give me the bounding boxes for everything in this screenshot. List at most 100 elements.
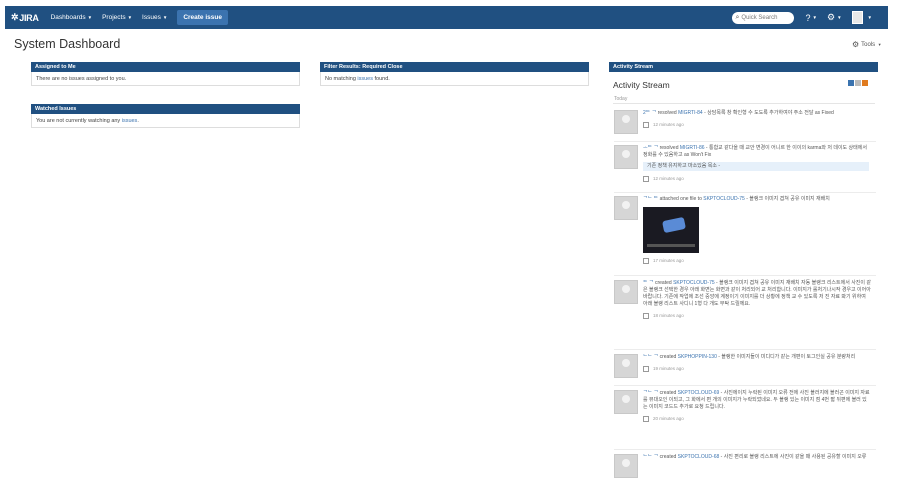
entry-meta: 18 minutes ago <box>643 312 871 319</box>
entry-content: ᄃ ᄀ created SKPTOCLOUD-75 - 블랭크 이미지 겹쳐 공… <box>643 280 871 319</box>
date-group-label: Today <box>614 96 628 102</box>
logo-text: JIRA <box>19 12 39 23</box>
gadget-title: Activity Stream <box>609 62 878 72</box>
entry-time: 20 minutes ago <box>653 416 684 421</box>
activity-entry: ᄂᄂ ᄀ created SKPTOCLOUD-68 - 사진 편리로 블랭 리… <box>614 454 876 494</box>
watched-issues-gadget: Watched Issues You are not currently wat… <box>31 104 300 128</box>
entry-issue-link[interactable]: MIGRTI-84 <box>678 110 703 116</box>
comment-quote: 기존 정책 유지하고 마소있음 목소 - <box>643 162 869 171</box>
watched-text: You are not currently watching any <box>36 118 122 124</box>
quick-search-input[interactable]: ⌕ Quick Search <box>731 11 794 24</box>
activity-entry: ᄃ ᄀ created SKPTOCLOUD-75 - 블랭크 이미지 겹쳐 공… <box>614 280 876 348</box>
chevron-down-icon: ▾ <box>877 41 881 47</box>
user-avatar <box>851 11 863 24</box>
quick-search-placeholder: Quick Search <box>741 14 778 21</box>
entry-time: 12 minutes ago <box>653 176 684 181</box>
entry-user[interactable]: ᄃ ᄀ <box>643 280 654 286</box>
entry-time: 19 minutes ago <box>653 366 684 371</box>
entry-action: resolved <box>656 110 679 116</box>
create-issue-button[interactable]: Create issue <box>177 10 228 25</box>
issue-type-icon <box>643 415 649 422</box>
user-avatar[interactable] <box>614 390 638 414</box>
entry-time: 12 minutes ago <box>653 122 684 127</box>
user-menu[interactable]: ▼ <box>851 11 872 24</box>
entry-issue-link[interactable]: SKPTOCLOUD-75 <box>703 196 745 202</box>
gadget-body: There are no issues assigned to you. <box>31 72 300 86</box>
user-avatar[interactable] <box>614 145 638 169</box>
thumbnail-graphic <box>661 216 687 234</box>
gear-icon: ⚙ <box>826 12 836 22</box>
entry-user[interactable]: ᅩᄃ ᄀ <box>643 145 658 151</box>
user-avatar[interactable] <box>614 110 638 134</box>
entry-issue-link[interactable]: MIGRTI-86 <box>680 145 705 151</box>
activity-stream-actions <box>847 80 868 86</box>
entry-content: 2ᄃ ᄀ resolved MIGRTI-84 - 상담목록 창 확인형 수 도… <box>643 110 871 128</box>
tools-menu[interactable]: ⚙ Tools ▾ <box>852 40 881 49</box>
gadget-body: You are not currently watching any issue… <box>31 114 300 128</box>
nav-projects[interactable]: Projects ▼ <box>102 14 132 21</box>
issue-type-icon <box>643 365 649 372</box>
activity-entry: ᅩᄃ ᄀ resolved MIGRTI-86 - 통합교 같다을 때 교안 변… <box>614 145 876 191</box>
entry-user[interactable]: ᄂᄂ ᄀ <box>643 354 658 360</box>
attachment-thumbnail[interactable] <box>643 207 699 253</box>
entry-action: created <box>658 354 678 360</box>
filter-results-gadget: Filter Results: Required Close No matchi… <box>320 62 589 86</box>
entry-meta: 20 minutes ago <box>643 415 871 422</box>
user-avatar[interactable] <box>614 280 638 304</box>
refresh-icon[interactable] <box>855 80 861 86</box>
nav-issues[interactable]: Issues ▼ <box>142 14 167 21</box>
activity-entry: ᄂᄂ ᄀ created SKPHOPPIN-130 - 블랭한 이미지들이 미… <box>614 354 876 384</box>
divider <box>614 192 876 193</box>
filter-icon[interactable] <box>848 80 854 86</box>
assigned-to-me-gadget: Assigned to Me There are no issues assig… <box>31 62 300 86</box>
activity-entry: ᄀᄂ ᄃ attached one file to SKPTOCLOUD-75 … <box>614 196 876 274</box>
jira-logo[interactable]: ✲ JIRA <box>11 12 39 23</box>
entry-text: - 블랭크 이미지 겹쳐 공유 이미지 재배치 <box>744 196 830 202</box>
thumbnail-graphic-bar <box>647 244 695 247</box>
chevron-down-icon: ▼ <box>812 15 817 20</box>
divider <box>614 449 876 450</box>
divider <box>614 141 876 142</box>
chevron-down-icon: ▼ <box>127 15 133 20</box>
entry-user[interactable]: 2ᄃ ᄀ <box>643 110 656 116</box>
entry-user[interactable]: ᄀᄂ ᄃ <box>643 196 658 202</box>
user-avatar[interactable] <box>614 454 638 478</box>
entry-action: resolved <box>658 145 680 151</box>
entry-issue-link[interactable]: SKPTOCLOUD-68 <box>678 454 720 460</box>
entry-content: ᄀᄂ ᄃ attached one file to SKPTOCLOUD-75 … <box>643 196 871 264</box>
gadget-title: Watched Issues <box>31 104 300 114</box>
settings-menu[interactable]: ⚙ ▼ <box>827 12 842 23</box>
help-menu[interactable]: ? ▼ <box>806 13 817 23</box>
entry-action: attached one file to <box>658 196 704 202</box>
user-avatar[interactable] <box>614 354 638 378</box>
entry-text: - 사진 편리로 블랭 리스트에 사진이 같을 때 사용된 공유할 이미지 오류 <box>719 454 867 460</box>
entry-meta: 19 minutes ago <box>643 365 871 372</box>
entry-issue-link[interactable]: SKPTOCLOUD-75 <box>673 280 715 286</box>
divider <box>614 349 876 350</box>
entry-user[interactable]: ᄂᄂ ᄀ <box>643 454 658 460</box>
entry-content: ᄀᄂ ᄀ created SKPTOCLOUD-69 - 사진에이지 누락된 이… <box>643 390 871 422</box>
entry-user[interactable]: ᄀᄂ ᄀ <box>643 390 658 396</box>
entry-time: 17 minutes ago <box>653 258 684 263</box>
issue-type-icon <box>643 175 649 182</box>
filter-text: No matching <box>325 76 358 82</box>
user-avatar[interactable] <box>614 196 638 220</box>
gadget-title: Filter Results: Required Close <box>320 62 589 72</box>
nav-dashboards[interactable]: Dashboards ▼ <box>51 14 93 21</box>
issue-type-icon <box>643 121 649 128</box>
entry-text: - 상담목록 창 확인형 수 도도록 추가하여야 주소 전달 as Fixed <box>702 110 834 116</box>
top-navigation-bar: ✲ JIRA Dashboards ▼ Projects ▼ Issues ▼ … <box>5 6 888 29</box>
entry-text: - 블랭한 이미지들이 미디디가 같는 개편이 토그인실 공유 분량처리 <box>716 354 856 360</box>
issues-link[interactable]: issues <box>122 118 138 124</box>
search-icon: ⌕ <box>735 13 740 21</box>
nav-issues-label: Issues <box>142 14 161 21</box>
entry-issue-link[interactable]: SKPTOCLOUD-69 <box>678 390 720 396</box>
entry-issue-link[interactable]: SKPHOPPIN-130 <box>678 354 717 360</box>
filter-text-end: found. <box>373 76 390 82</box>
entry-content: ᄂᄂ ᄀ created SKPHOPPIN-130 - 블랭한 이미지들이 미… <box>643 354 871 372</box>
entry-meta: 17 minutes ago <box>643 257 871 264</box>
issues-link[interactable]: issues <box>357 76 373 82</box>
entry-action: created <box>653 280 674 286</box>
rss-feed-icon[interactable] <box>862 80 868 86</box>
watched-text-end: . <box>137 118 139 124</box>
